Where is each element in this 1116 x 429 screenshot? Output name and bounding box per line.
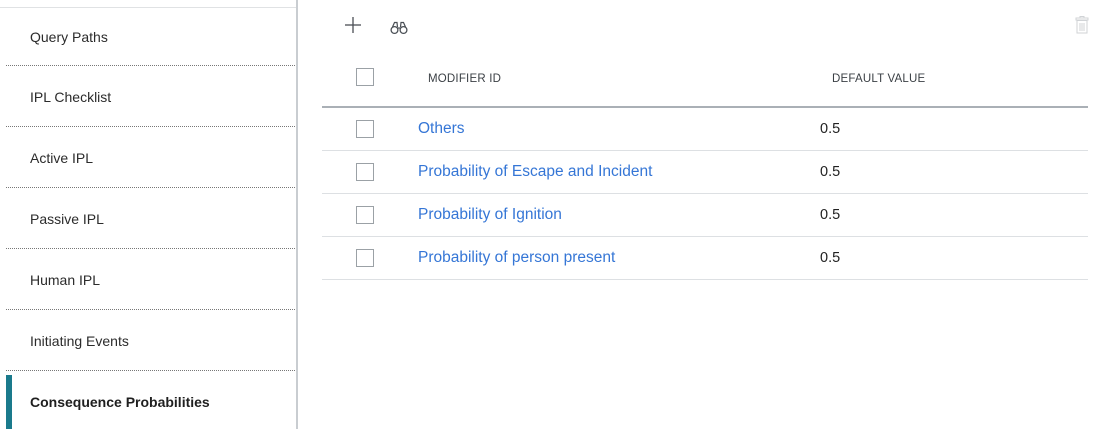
table-row: Probability of Ignition 0.5 bbox=[322, 194, 1088, 237]
table-row: Probability of person present 0.5 bbox=[322, 237, 1088, 280]
modifier-id-link[interactable]: Probability of Escape and Incident bbox=[418, 163, 652, 181]
row-checkbox[interactable] bbox=[356, 249, 374, 267]
select-all-checkbox[interactable] bbox=[356, 68, 374, 86]
sidebar-item-label: Query Paths bbox=[30, 29, 108, 45]
default-value-cell: 0.5 bbox=[820, 250, 841, 266]
active-indicator bbox=[6, 375, 12, 429]
find-button[interactable] bbox=[390, 20, 408, 36]
default-value-cell: 0.5 bbox=[820, 121, 841, 137]
sidebar-item-label: Consequence Probabilities bbox=[30, 393, 210, 410]
modifier-id-link[interactable]: Probability of Ignition bbox=[418, 206, 562, 224]
row-checkbox[interactable] bbox=[356, 206, 374, 224]
add-button[interactable] bbox=[342, 14, 364, 36]
trash-icon bbox=[1075, 16, 1089, 34]
default-value-cell: 0.5 bbox=[820, 164, 841, 180]
row-checkbox[interactable] bbox=[356, 120, 374, 138]
sidebar: Query Paths IPL Checklist Active IPL Pas… bbox=[0, 0, 298, 429]
sidebar-item-consequence-probabilities[interactable]: Consequence Probabilities bbox=[0, 371, 296, 429]
sidebar-item-label: IPL Checklist bbox=[30, 88, 112, 105]
sidebar-item-human-ipl[interactable]: Human IPL bbox=[0, 249, 296, 310]
grid-header: MODIFIER ID DEFAULT VALUE bbox=[322, 56, 1088, 108]
delete-button[interactable] bbox=[1072, 14, 1092, 36]
sidebar-item-label: Active IPL bbox=[30, 149, 94, 166]
column-header-modifier-id[interactable]: MODIFIER ID bbox=[428, 73, 501, 85]
sidebar-item-active-ipl[interactable]: Active IPL bbox=[0, 127, 296, 188]
sidebar-item-passive-ipl[interactable]: Passive IPL bbox=[0, 188, 296, 249]
table-row: Others 0.5 bbox=[322, 108, 1088, 151]
sidebar-nav-list: Query Paths IPL Checklist Active IPL Pas… bbox=[0, 8, 296, 429]
column-header-default-value[interactable]: DEFAULT VALUE bbox=[832, 73, 925, 85]
modifier-id-link[interactable]: Others bbox=[418, 120, 465, 138]
table-row: Probability of Escape and Incident 0.5 bbox=[322, 151, 1088, 194]
row-checkbox[interactable] bbox=[356, 163, 374, 181]
modifier-grid: MODIFIER ID DEFAULT VALUE Others 0.5 Pro… bbox=[322, 56, 1088, 280]
sidebar-item-initiating-events[interactable]: Initiating Events bbox=[0, 310, 296, 371]
modifier-id-link[interactable]: Probability of person present bbox=[418, 249, 615, 267]
plus-icon bbox=[345, 17, 361, 33]
sidebar-item-label: Initiating Events bbox=[30, 332, 129, 349]
sidebar-item-label: Human IPL bbox=[30, 271, 101, 288]
binoculars-icon bbox=[390, 21, 408, 35]
sidebar-item-query-paths[interactable]: Query Paths bbox=[0, 8, 296, 66]
sidebar-item-label: Passive IPL bbox=[30, 210, 104, 227]
toolbar bbox=[298, 0, 1116, 52]
sidebar-item-ipl-checklist[interactable]: IPL Checklist bbox=[0, 66, 296, 127]
default-value-cell: 0.5 bbox=[820, 207, 841, 223]
